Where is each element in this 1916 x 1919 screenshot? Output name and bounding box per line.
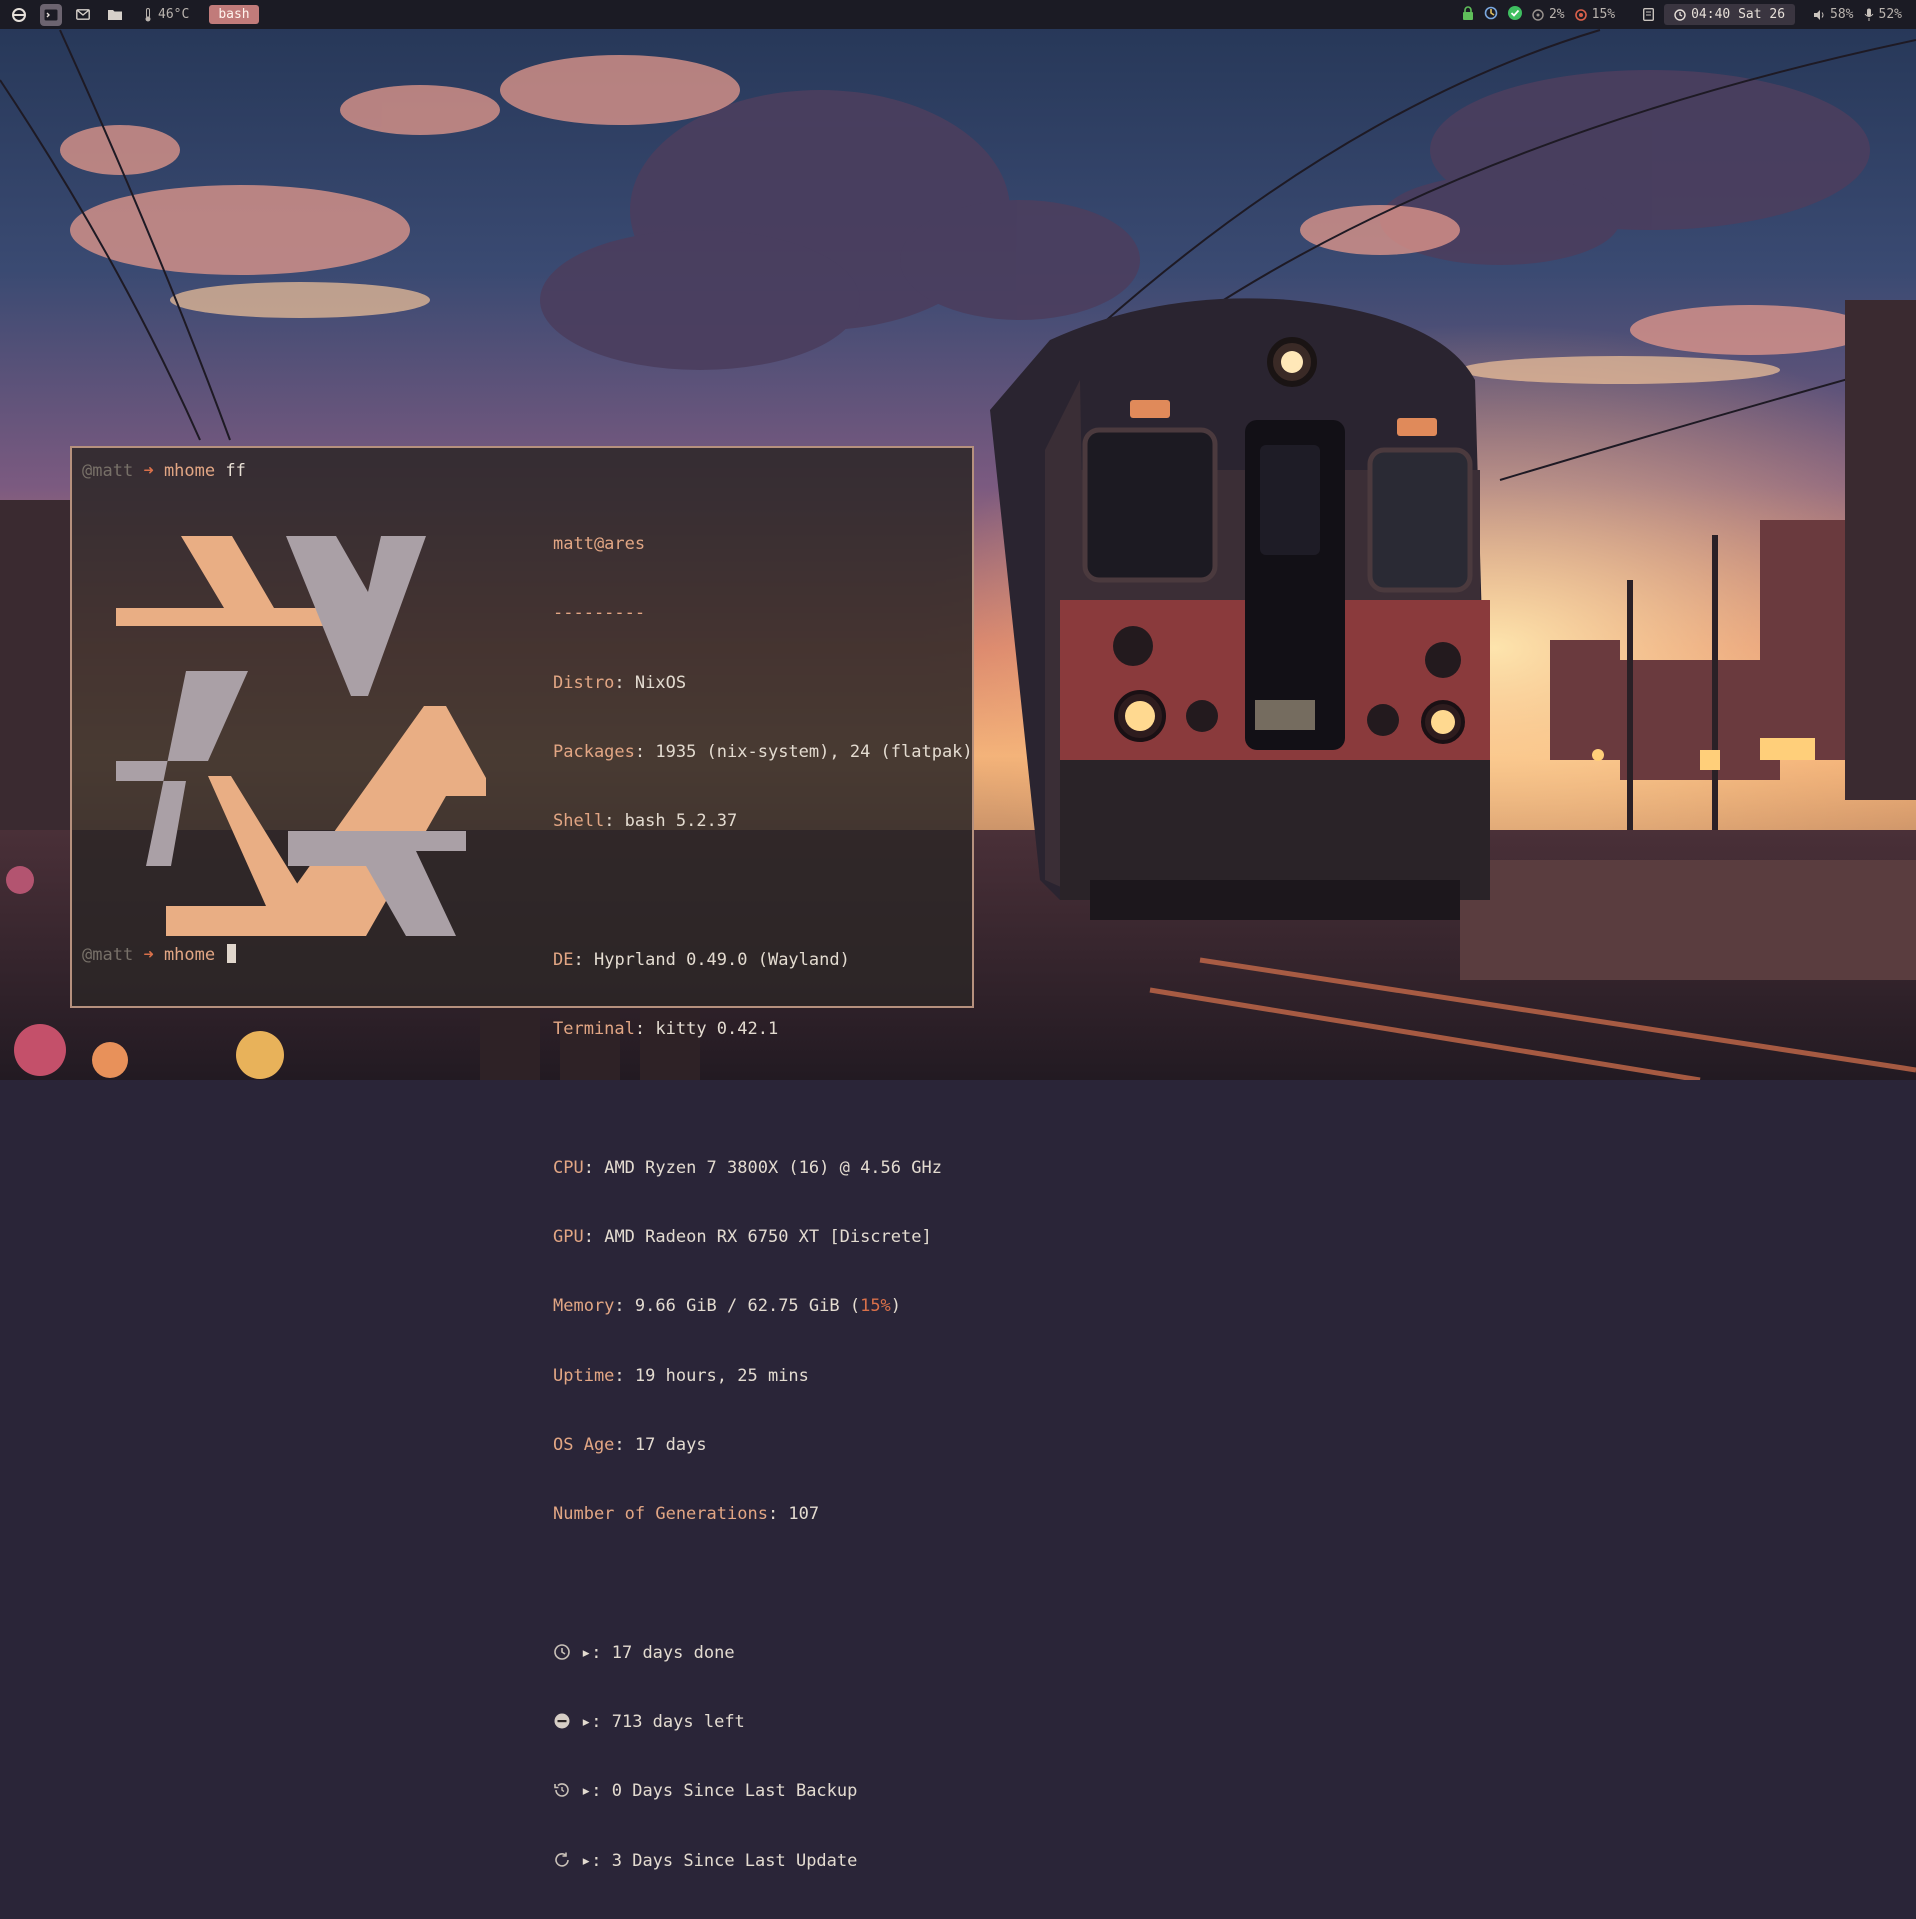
speaker-icon (1814, 9, 1824, 20)
text-cursor (227, 944, 237, 963)
info-row-terminal: Terminal: kitty 0.42.1 (553, 1019, 779, 1040)
active-window-title[interactable]: bash (209, 5, 259, 24)
countdown-row-done: ▸: 17 days done (553, 1642, 973, 1665)
notes-icon[interactable] (1643, 8, 1655, 21)
terminal-window[interactable]: @matt ➜ mhome ff matt@ares --------- Dis… (70, 446, 974, 1871)
lock-tray-icon[interactable] (1462, 5, 1474, 24)
info-row-cpu: CPU: AMD Ryzen 7 3800X (16) @ 4.56 GHz (553, 1157, 942, 1178)
command-text: ff (225, 461, 246, 481)
prompt-directory: mhome (163, 945, 216, 965)
prompt-arrow: ➜ (143, 461, 154, 481)
prompt-line-2[interactable]: @matt ➜ mhome (82, 944, 237, 967)
top-bar: 46°C bash 2% 15% 04:40 Sat 26 58% 52% (0, 0, 1916, 29)
temperature-value: 46°C (158, 7, 190, 22)
minus-circle-icon (554, 1713, 570, 1729)
volume-value: 58% (1830, 7, 1854, 22)
volume-indicator[interactable]: 58% (1813, 7, 1854, 22)
info-separator: --------- (553, 603, 646, 624)
browser-launcher-icon[interactable] (8, 4, 30, 26)
cpu-usage-value: 2% (1548, 7, 1565, 22)
history-icon (554, 1783, 569, 1797)
check-tray-icon[interactable] (1507, 5, 1522, 24)
prompt-arrow: ➜ (143, 945, 154, 965)
info-row-distro: Distro: NixOS (553, 672, 687, 693)
info-row-packages: Packages: 1935 (nix-system), 24 (flatpak… (553, 742, 973, 763)
memory-usage-indicator[interactable]: 15% (1574, 7, 1616, 22)
info-row-memory: Memory: 9.66 GiB / 62.75 GiB (15%) (553, 1296, 902, 1317)
countdown-row-update: ▸: 3 Days Since Last Update (553, 1850, 973, 1873)
clock-value: 04:40 Sat 26 (1691, 7, 1786, 22)
countdown-row-left: ▸: 713 days left (553, 1711, 973, 1734)
microphone-indicator[interactable]: 52% (1864, 7, 1902, 22)
temperature-indicator: 46°C (144, 7, 189, 22)
info-row-os-age: OS Age: 17 days (553, 1434, 707, 1455)
workspace-mail-icon[interactable] (72, 4, 94, 26)
prompt-user: @matt (82, 461, 134, 481)
memory-usage-value: 15% (1591, 7, 1616, 22)
system-info: matt@ares --------- Distro: NixOS Packag… (553, 487, 973, 1919)
sync-tray-icon[interactable] (1484, 6, 1498, 24)
info-row-generations: Number of Generations: 107 (553, 1504, 820, 1525)
microphone-icon (1864, 8, 1873, 21)
microphone-value: 52% (1878, 7, 1902, 22)
prompt-directory: mhome (163, 461, 216, 481)
user-host: matt@ares (553, 534, 646, 555)
nixos-logo (116, 536, 486, 936)
clock-icon (1674, 8, 1686, 21)
workspace-terminal-icon[interactable] (40, 3, 62, 26)
prompt-line-1: @matt ➜ mhome ff (82, 460, 246, 483)
memory-icon (1574, 8, 1587, 21)
info-row-gpu: GPU: AMD Radeon RX 6750 XT [Discrete] (553, 1227, 932, 1247)
info-row-uptime: Uptime: 19 hours, 25 mins (553, 1365, 809, 1386)
countdown-row-backup: ▸: 0 Days Since Last Backup (553, 1780, 973, 1803)
info-row-de: DE: Hyprland 0.49.0 (Wayland) (553, 949, 850, 970)
cpu-icon (1532, 8, 1544, 21)
clock-widget[interactable]: 04:40 Sat 26 (1664, 4, 1796, 25)
prompt-user: @matt (82, 945, 134, 965)
workspace-folder-icon[interactable] (104, 4, 126, 26)
cpu-usage-indicator[interactable]: 2% (1532, 7, 1565, 22)
thermometer-icon (145, 7, 151, 21)
info-row-shell: Shell: bash 5.2.37 (553, 811, 738, 832)
clock-icon (554, 1643, 570, 1660)
refresh-icon (555, 1852, 569, 1867)
